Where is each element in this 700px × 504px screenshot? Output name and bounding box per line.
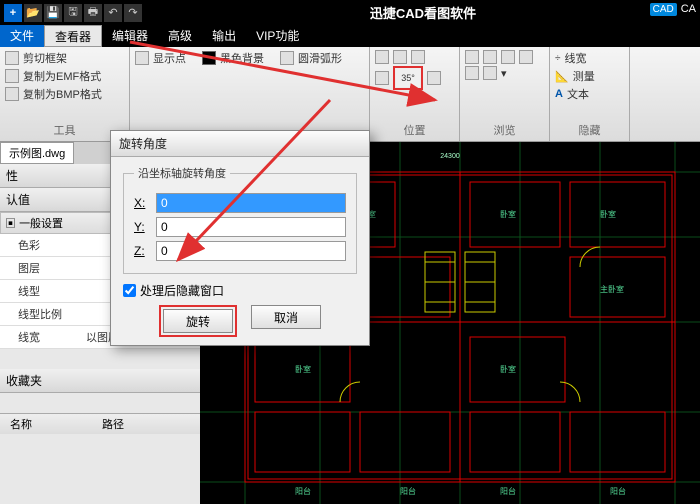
undo-icon[interactable]: ↶ (104, 4, 122, 22)
favorites-header: 收藏夹 (0, 369, 200, 393)
z-label: Z: (134, 244, 156, 258)
group-position-label: 位置 (375, 122, 454, 138)
prop-layer[interactable]: 图层 (0, 257, 80, 279)
linewidth-btn[interactable]: ÷线宽 (555, 50, 624, 66)
titlebar: + 📂 💾 🖫 🖶 ↶ ↷ 迅捷CAD看图软件 CAD CA (0, 0, 700, 25)
rotate-button[interactable]: 旋转 (163, 309, 233, 333)
clip-frame-button[interactable]: 剪切框架 (5, 50, 124, 66)
group-label: 沿坐标轴旋转角度 (134, 165, 230, 181)
y-label: Y: (134, 220, 156, 234)
svg-text:阳台: 阳台 (400, 486, 416, 496)
menu-file[interactable]: 文件 (0, 25, 44, 47)
cad-badge-icon: CAD (650, 3, 677, 16)
group-browse-label: 浏览 (465, 122, 544, 138)
svg-text:阳台: 阳台 (500, 486, 516, 496)
print-icon[interactable]: 🖶 (84, 4, 102, 22)
menubar: 文件 查看器 编辑器 高级 输出 VIP功能 (0, 25, 700, 47)
menu-editor[interactable]: 编辑器 (102, 25, 158, 47)
svg-text:阳台: 阳台 (610, 486, 626, 496)
dialog-title[interactable]: 旋转角度 (111, 131, 369, 157)
rotate-dialog: 旋转角度 沿坐标轴旋转角度 X: Y: Z: 处理后隐藏窗口 旋转 取消 (110, 130, 370, 346)
menu-vip[interactable]: VIP功能 (246, 25, 309, 47)
smooth-icon[interactable] (280, 51, 294, 65)
col-path: 路径 (92, 414, 134, 434)
save-icon[interactable]: 💾 (44, 4, 62, 22)
col-name: 名称 (0, 414, 42, 434)
showpoint-icon[interactable] (135, 51, 149, 65)
new-icon[interactable]: + (4, 4, 22, 22)
dim-top: 24300 (440, 153, 460, 160)
svg-text:卧室: 卧室 (295, 364, 311, 374)
menu-advanced[interactable]: 高级 (158, 25, 202, 47)
svg-text:卧室: 卧室 (500, 209, 516, 219)
menu-viewer[interactable]: 查看器 (44, 25, 102, 47)
svg-text:卧室: 卧室 (600, 209, 616, 219)
black-bg[interactable]: 黑色背景 (220, 50, 264, 66)
ca-text: CA (681, 3, 696, 16)
group-tools-label: 工具 (5, 122, 124, 138)
app-title: 迅捷CAD看图软件 (146, 3, 700, 22)
group-hide-label: 隐藏 (555, 122, 624, 138)
menu-output[interactable]: 输出 (202, 25, 246, 47)
prop-color[interactable]: 色彩 (0, 234, 80, 256)
text-btn[interactable]: A文本 (555, 86, 624, 102)
saveas-icon[interactable]: 🖫 (64, 4, 82, 22)
z-input[interactable] (156, 241, 346, 261)
prop-linetype[interactable]: 线型 (0, 280, 80, 302)
svg-text:主卧室: 主卧室 (600, 284, 624, 294)
copy-emf-button[interactable]: 复制为EMF格式 (5, 68, 124, 84)
smooth-arc[interactable]: 圆滑弧形 (298, 50, 342, 66)
quick-access: + 📂 💾 🖫 🖶 ↶ ↷ (0, 4, 146, 22)
doc-tab-1[interactable]: 示例图.dwg (0, 142, 74, 164)
cancel-button[interactable]: 取消 (251, 305, 321, 329)
prop-ltscale[interactable]: 线型比例 (0, 303, 80, 325)
x-label: X: (134, 196, 156, 210)
rotate-angle-button[interactable]: 35° (396, 69, 420, 87)
rotate-button-highlight: 旋转 (159, 305, 237, 337)
bg-color-icon[interactable] (202, 51, 216, 65)
measure-btn[interactable]: 📐测量 (555, 68, 624, 84)
y-input[interactable] (156, 217, 346, 237)
axis-group: 沿坐标轴旋转角度 X: Y: Z: (123, 165, 357, 274)
hide-after-checkbox[interactable]: 处理后隐藏窗口 (123, 282, 357, 299)
ribbon: 剪切框架 复制为EMF格式 复制为BMP格式 工具 显示点 黑色背景 圆滑弧形 (0, 47, 700, 142)
copy-bmp-button[interactable]: 复制为BMP格式 (5, 86, 124, 102)
rotate-angle-button-highlight: 35° (393, 66, 423, 90)
x-input[interactable] (156, 193, 346, 213)
svg-text:卧室: 卧室 (500, 364, 516, 374)
open-icon[interactable]: 📂 (24, 4, 42, 22)
show-point[interactable]: 显示点 (153, 50, 186, 66)
hide-checkbox-input[interactable] (123, 284, 136, 297)
svg-text:阳台: 阳台 (295, 486, 311, 496)
favorites-columns: 名称 路径 (0, 413, 200, 434)
redo-icon[interactable]: ↷ (124, 4, 142, 22)
prop-linewidth[interactable]: 线宽 (0, 326, 80, 348)
